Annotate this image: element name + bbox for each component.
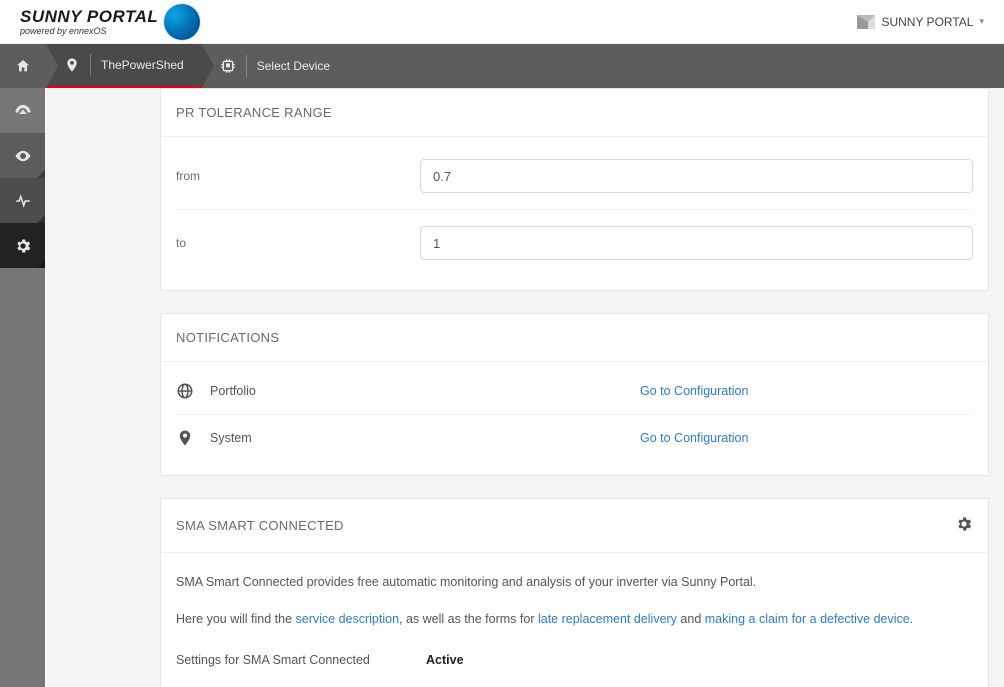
home-icon [15,58,31,74]
breadcrumb-system-label: ThePowerShed [101,58,184,72]
row-pr-from: from [176,143,973,209]
separator [90,54,91,76]
sidebar-item-configuration[interactable] [0,223,45,268]
sma-logo-icon [857,15,875,29]
main-content: PR TOLERANCE RANGE from to [45,88,1004,687]
breadcrumb-home[interactable] [0,44,46,88]
gear-icon [955,515,973,533]
panel-smart-header: SMA SMART CONNECTED [161,499,988,553]
sidebar [0,88,45,687]
notification-row-portfolio: Portfolio Go to Configuration [176,368,973,414]
pulse-icon [14,192,32,210]
label-pr-from: from [176,169,420,183]
input-pr-to[interactable] [420,226,973,260]
breadcrumb-select-device-label: Select Device [257,59,330,73]
label-pr-to: to [176,236,420,250]
panel-pr-tolerance-header: PR TOLERANCE RANGE [161,89,988,137]
smart-setting-label: Settings for SMA Smart Connected [176,653,426,667]
breadcrumb-system[interactable]: ThePowerShed [46,44,202,88]
portal-switcher[interactable]: SUNNY PORTAL ▾ [857,15,984,29]
logo-text-main: SUNNY PORTAL [20,8,158,25]
input-pr-from[interactable] [420,159,973,193]
breadcrumb-bar: ThePowerShed Select Device [0,44,1004,88]
chevron-down-icon: ▾ [979,16,984,27]
link-late-replacement[interactable]: late replacement delivery [538,612,677,626]
gauge-icon [14,102,32,120]
panel-pr-tolerance: PR TOLERANCE RANGE from to [160,88,989,291]
panel-smart-title: SMA SMART CONNECTED [176,518,344,533]
link-portfolio-config[interactable]: Go to Configuration [640,384,748,398]
panel-notifications: NOTIFICATIONS Portfolio Go to Configurat… [160,313,989,476]
notification-system-label: System [210,431,640,445]
logo-text-sub: powered by ennexOS [20,27,158,36]
gear-icon [14,237,32,255]
smart-setting-row: Settings for SMA Smart Connected Active [176,633,973,673]
globe-icon [176,382,194,400]
sidebar-item-monitor[interactable] [0,133,45,178]
sidebar-item-analysis[interactable] [0,178,45,223]
smart-description-2: Here you will find the service descripti… [176,596,973,633]
smart-settings-button[interactable] [955,515,973,536]
panel-notifications-title: NOTIFICATIONS [176,330,279,345]
smart-text-part-b: , as well as the forms for [399,612,538,626]
chip-icon [220,58,236,74]
smart-description-1: SMA Smart Connected provides free automa… [176,559,973,596]
logo-orb-icon [164,4,200,40]
smart-text-part-c: and [677,612,705,626]
top-bar: SUNNY PORTAL powered by ennexOS SUNNY PO… [0,0,1004,44]
link-system-config[interactable]: Go to Configuration [640,431,748,445]
panel-notifications-header: NOTIFICATIONS [161,314,988,362]
notification-row-system: System Go to Configuration [176,414,973,461]
separator [246,55,247,77]
smart-setting-value: Active [426,653,464,667]
notification-portfolio-label: Portfolio [210,384,640,398]
portal-switcher-label: SUNNY PORTAL [881,15,973,29]
map-pin-icon [64,57,80,73]
link-defective-claim[interactable]: making a claim for a defective device. [705,612,913,626]
smart-text-part-a: Here you will find the [176,612,296,626]
eye-icon [14,147,32,165]
panel-sma-smart-connected: SMA SMART CONNECTED SMA Smart Connected … [160,498,989,687]
breadcrumb-select-device[interactable]: Select Device [202,44,348,88]
sidebar-item-dashboard[interactable] [0,88,45,133]
panel-pr-tolerance-title: PR TOLERANCE RANGE [176,105,332,120]
map-pin-icon [176,429,194,447]
brand-logo[interactable]: SUNNY PORTAL powered by ennexOS [20,4,200,40]
row-pr-to: to [176,209,973,276]
link-service-description[interactable]: service description [296,612,400,626]
